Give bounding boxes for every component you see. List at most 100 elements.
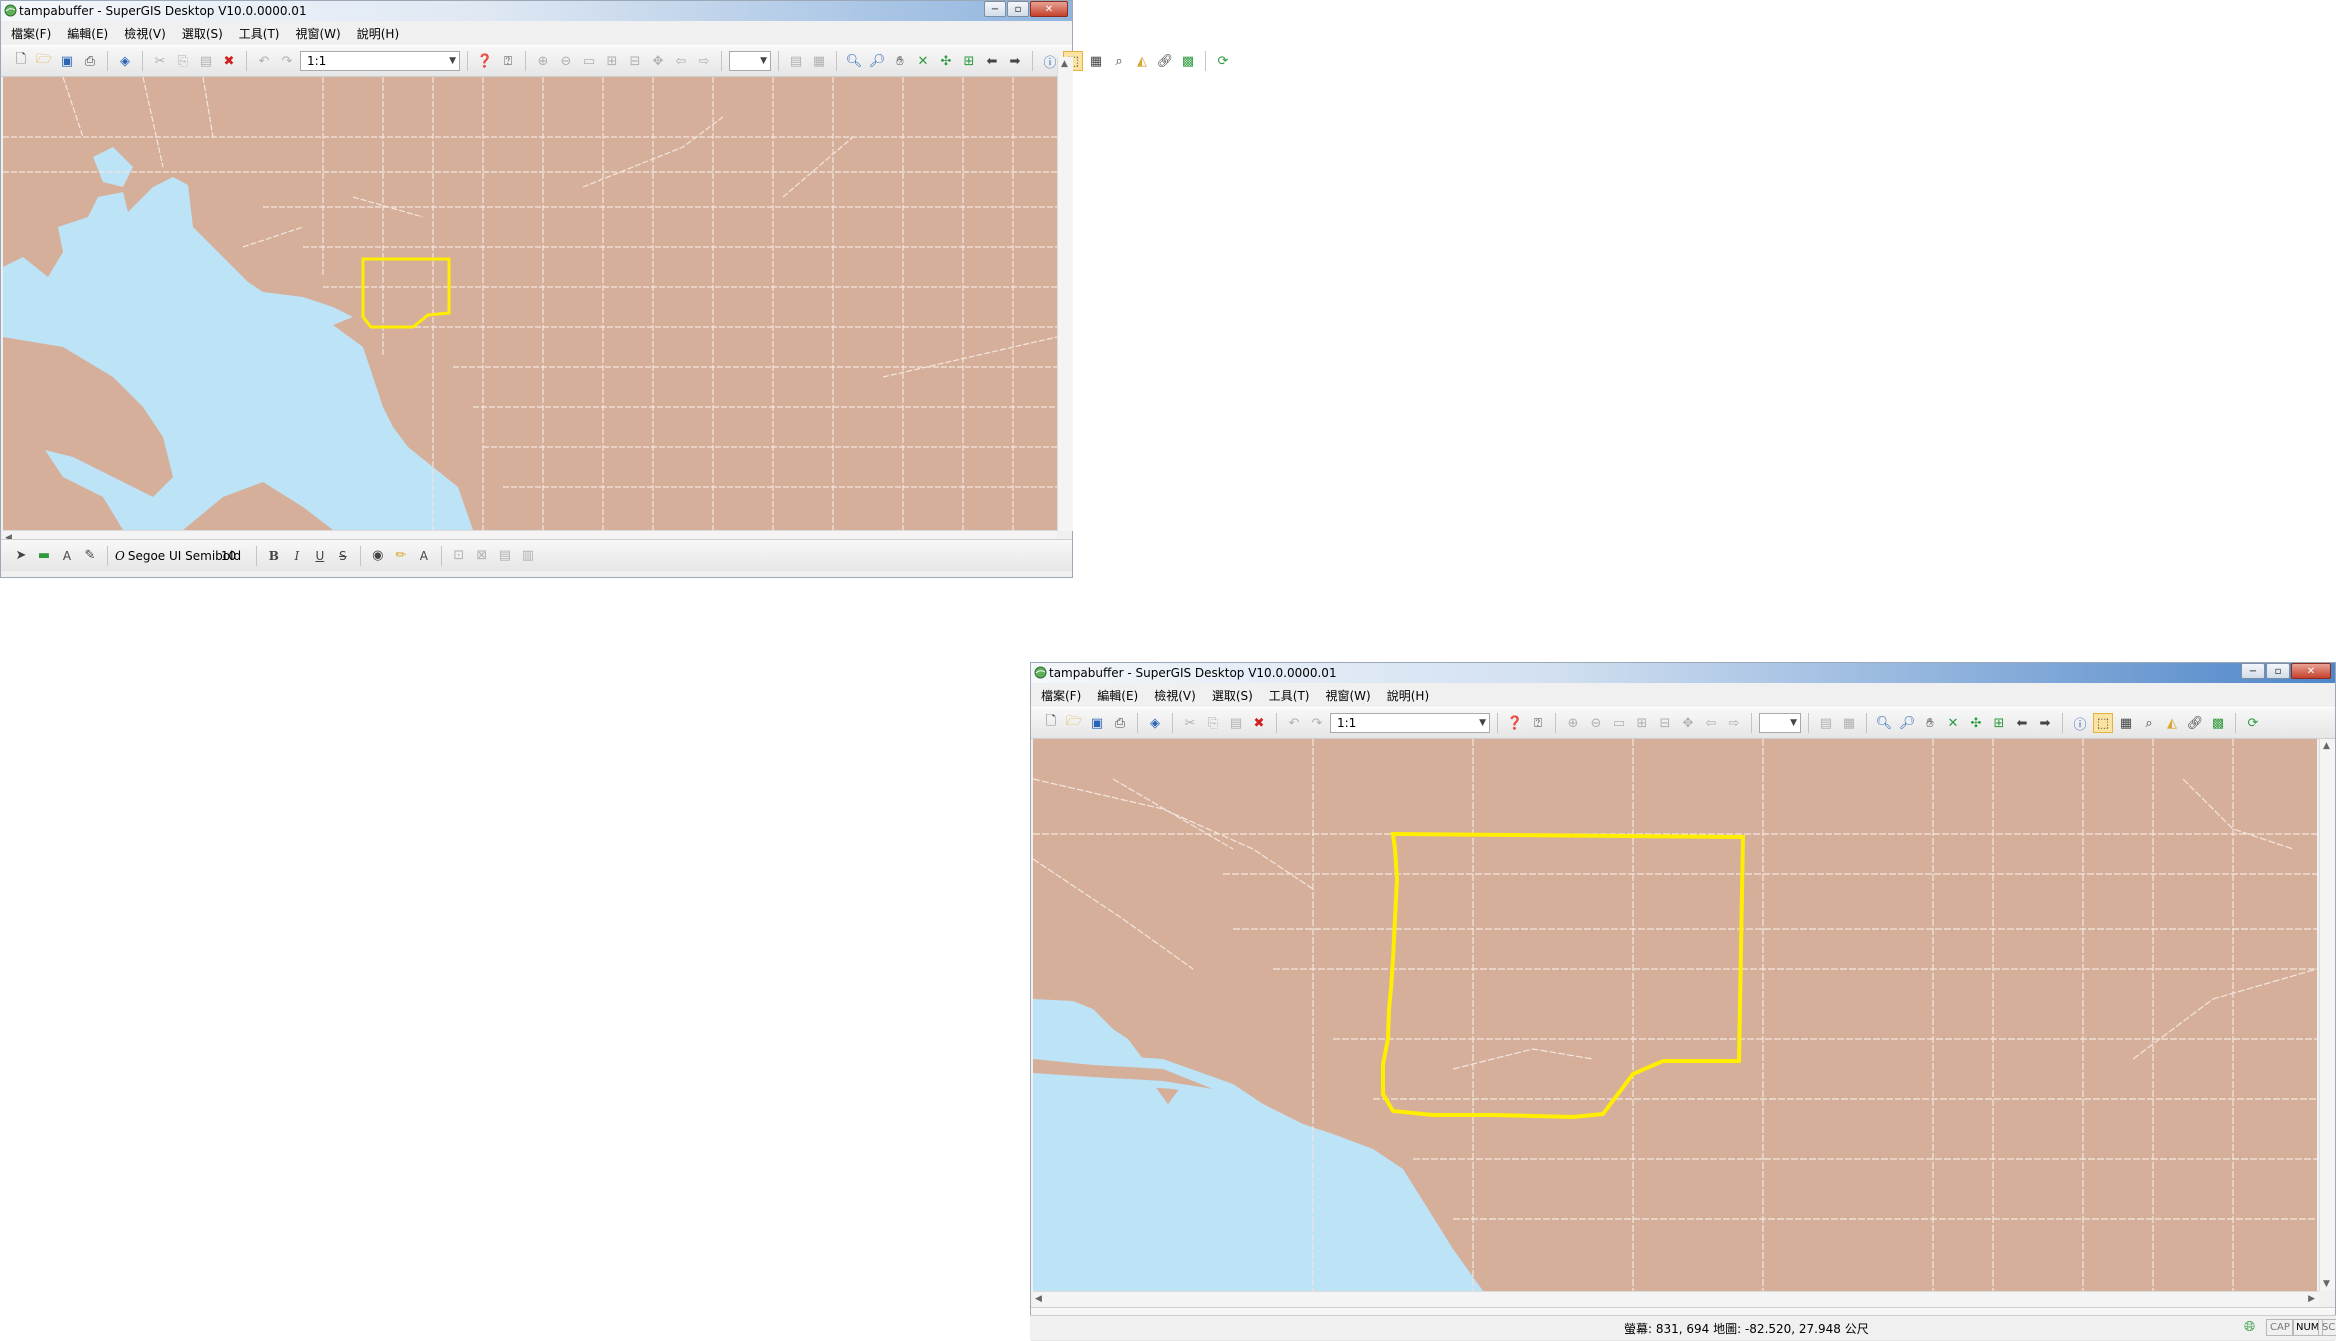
horizontal-scrollbar[interactable]: ◀ ▶ [1033, 1291, 2319, 1307]
help-icon[interactable]: ❓ [1505, 713, 1525, 733]
layout-pan-icon[interactable]: ✥ [648, 51, 668, 71]
scale-combo[interactable]: 1:1 ▼ [1330, 713, 1490, 733]
zoom-combo[interactable]: ▼ [729, 51, 771, 71]
menu-tools[interactable]: 工具(T) [1269, 687, 1310, 704]
add-data-icon[interactable]: ◈ [115, 51, 135, 71]
page-icon[interactable]: ▤ [786, 51, 806, 71]
zoom-in-selection-icon[interactable]: ⊕ [1563, 713, 1583, 733]
help-icon[interactable]: ❓ [475, 51, 495, 71]
full-extent-icon[interactable]: ✕ [913, 51, 933, 71]
cut-icon[interactable]: ✂ [1180, 713, 1200, 733]
strikethrough-button[interactable]: S [333, 546, 353, 566]
minimize-button[interactable]: − [2241, 663, 2265, 679]
copy-icon[interactable]: ⎘ [1203, 713, 1223, 733]
pan-hand-icon[interactable]: ✋︎ [890, 51, 910, 71]
ungroup-icon[interactable]: ⊠ [472, 546, 492, 566]
edit-tool-icon[interactable]: ◭ [2162, 713, 2182, 733]
new-file-icon[interactable]: 🗋 [1041, 713, 1061, 733]
fixed-zoom-out-icon[interactable]: ⊞ [959, 51, 979, 71]
menu-edit[interactable]: 編輯(E) [67, 25, 108, 42]
send-back-icon[interactable]: ▥ [518, 546, 538, 566]
fill-color-icon[interactable]: ◉ [368, 546, 388, 566]
refresh-icon[interactable]: ⟳ [1213, 51, 1233, 71]
rectangle-tool-icon[interactable]: ▬ [34, 546, 54, 566]
fixed-zoom-out-icon[interactable]: ⊞ [1989, 713, 2009, 733]
bring-front-icon[interactable]: ▤ [495, 546, 515, 566]
menu-select[interactable]: 選取(S) [1212, 687, 1253, 704]
open-folder-icon[interactable]: 🗁 [1064, 713, 1084, 733]
layout-pan-icon[interactable]: ✥ [1678, 713, 1698, 733]
zoom-out-selection-icon[interactable]: ⊖ [556, 51, 576, 71]
redo-icon[interactable]: ↷ [1307, 713, 1327, 733]
menu-tools[interactable]: 工具(T) [239, 25, 280, 42]
hyperlink-icon[interactable]: 🔗︎ [1155, 51, 1175, 71]
close-button[interactable]: ✕ [2291, 663, 2331, 679]
zoom-combo[interactable]: ▼ [1759, 713, 1801, 733]
layout-zoom-icon[interactable]: ⊞ [602, 51, 622, 71]
layout-back-icon[interactable]: ⇦ [1701, 713, 1721, 733]
save-icon[interactable]: ▣ [57, 51, 77, 71]
italic-button[interactable]: I [287, 546, 307, 566]
identify-icon[interactable]: ⓘ [2070, 713, 2090, 733]
whats-this-icon[interactable]: ⍰ [1528, 713, 1548, 733]
add-data-icon[interactable]: ◈ [1145, 713, 1165, 733]
find-icon[interactable]: ⌕ [2139, 713, 2159, 733]
whats-this-icon[interactable]: ⍰ [498, 51, 518, 71]
layers-icon[interactable]: ▦ [1839, 713, 1859, 733]
previous-extent-icon[interactable]: ⬅ [982, 51, 1002, 71]
title-bar[interactable]: tampabuffer - SuperGIS Desktop V10.0.000… [1, 1, 1072, 21]
scroll-down-icon[interactable]: ▼ [2323, 1279, 2330, 1289]
foreground-window[interactable]: tampabuffer - SuperGIS Desktop V10.0.000… [1030, 662, 2336, 1341]
page-icon[interactable]: ▤ [1816, 713, 1836, 733]
menu-window[interactable]: 視窗(W) [296, 25, 341, 42]
font-color-button[interactable]: A [414, 546, 434, 566]
zoom-out-selection-icon[interactable]: ⊖ [1586, 713, 1606, 733]
menu-help[interactable]: 說明(H) [357, 25, 399, 42]
underline-button[interactable]: U [310, 546, 330, 566]
paste-icon[interactable]: ▤ [1226, 713, 1246, 733]
undo-icon[interactable]: ↶ [254, 51, 274, 71]
edit-tool-icon[interactable]: ◭ [1132, 51, 1152, 71]
scroll-up-icon[interactable]: ▲ [2323, 741, 2330, 751]
layout-page-icon[interactable]: ▭ [1609, 713, 1629, 733]
find-icon[interactable]: ⌕ [1109, 51, 1129, 71]
maximize-button[interactable]: ▫ [1007, 1, 1029, 17]
layout-full-icon[interactable]: ⊟ [1655, 713, 1675, 733]
zoom-out-icon[interactable]: 🔎︎ [867, 51, 887, 71]
select-table-icon[interactable]: ▦ [2116, 713, 2136, 733]
layout-forward-icon[interactable]: ⇨ [1724, 713, 1744, 733]
layout-zoom-icon[interactable]: ⊞ [1632, 713, 1652, 733]
menu-view[interactable]: 檢視(V) [1154, 687, 1196, 704]
print-icon[interactable]: ⎙ [80, 51, 100, 71]
cut-icon[interactable]: ✂ [150, 51, 170, 71]
select-features-icon[interactable]: ⬚ [2093, 713, 2113, 733]
map-view[interactable] [3, 77, 1057, 530]
scale-combo[interactable]: 1:1 ▼ [300, 51, 460, 71]
print-icon[interactable]: ⎙ [1110, 713, 1130, 733]
next-extent-icon[interactable]: ➡ [2035, 713, 2055, 733]
open-folder-icon[interactable]: 🗁 [34, 51, 54, 71]
group-icon[interactable]: ⊡ [449, 546, 469, 566]
text-tool[interactable]: A [57, 546, 77, 566]
font-name-combo[interactable]: Segoe UI Semibold [128, 549, 241, 563]
layers-icon[interactable]: ▦ [809, 51, 829, 71]
menu-file[interactable]: 檔案(F) [1041, 687, 1081, 704]
menu-file[interactable]: 檔案(F) [11, 25, 51, 42]
previous-extent-icon[interactable]: ⬅ [2012, 713, 2032, 733]
line-color-icon[interactable]: ✏ [391, 546, 411, 566]
zoom-out-icon[interactable]: 🔎︎ [1897, 713, 1917, 733]
menu-help[interactable]: 說明(H) [1387, 687, 1429, 704]
title-bar[interactable]: tampabuffer - SuperGIS Desktop V10.0.000… [1031, 663, 2335, 683]
full-extent-icon[interactable]: ✕ [1943, 713, 1963, 733]
delete-icon[interactable]: ✖ [1249, 713, 1269, 733]
hyperlink-icon[interactable]: 🔗︎ [2185, 713, 2205, 733]
layout-back-icon[interactable]: ⇦ [671, 51, 691, 71]
new-file-icon[interactable]: 🗋 [11, 51, 31, 71]
next-extent-icon[interactable]: ➡ [1005, 51, 1025, 71]
maximize-button[interactable]: ▫ [2266, 663, 2290, 679]
background-window[interactable]: tampabuffer - SuperGIS Desktop V10.0.000… [0, 0, 1228, 578]
zoom-in-selection-icon[interactable]: ⊕ [533, 51, 553, 71]
highlight-icon[interactable]: ✎ [80, 546, 100, 566]
layout-full-icon[interactable]: ⊟ [625, 51, 645, 71]
scroll-left-icon[interactable]: ◀ [1035, 1294, 1042, 1304]
